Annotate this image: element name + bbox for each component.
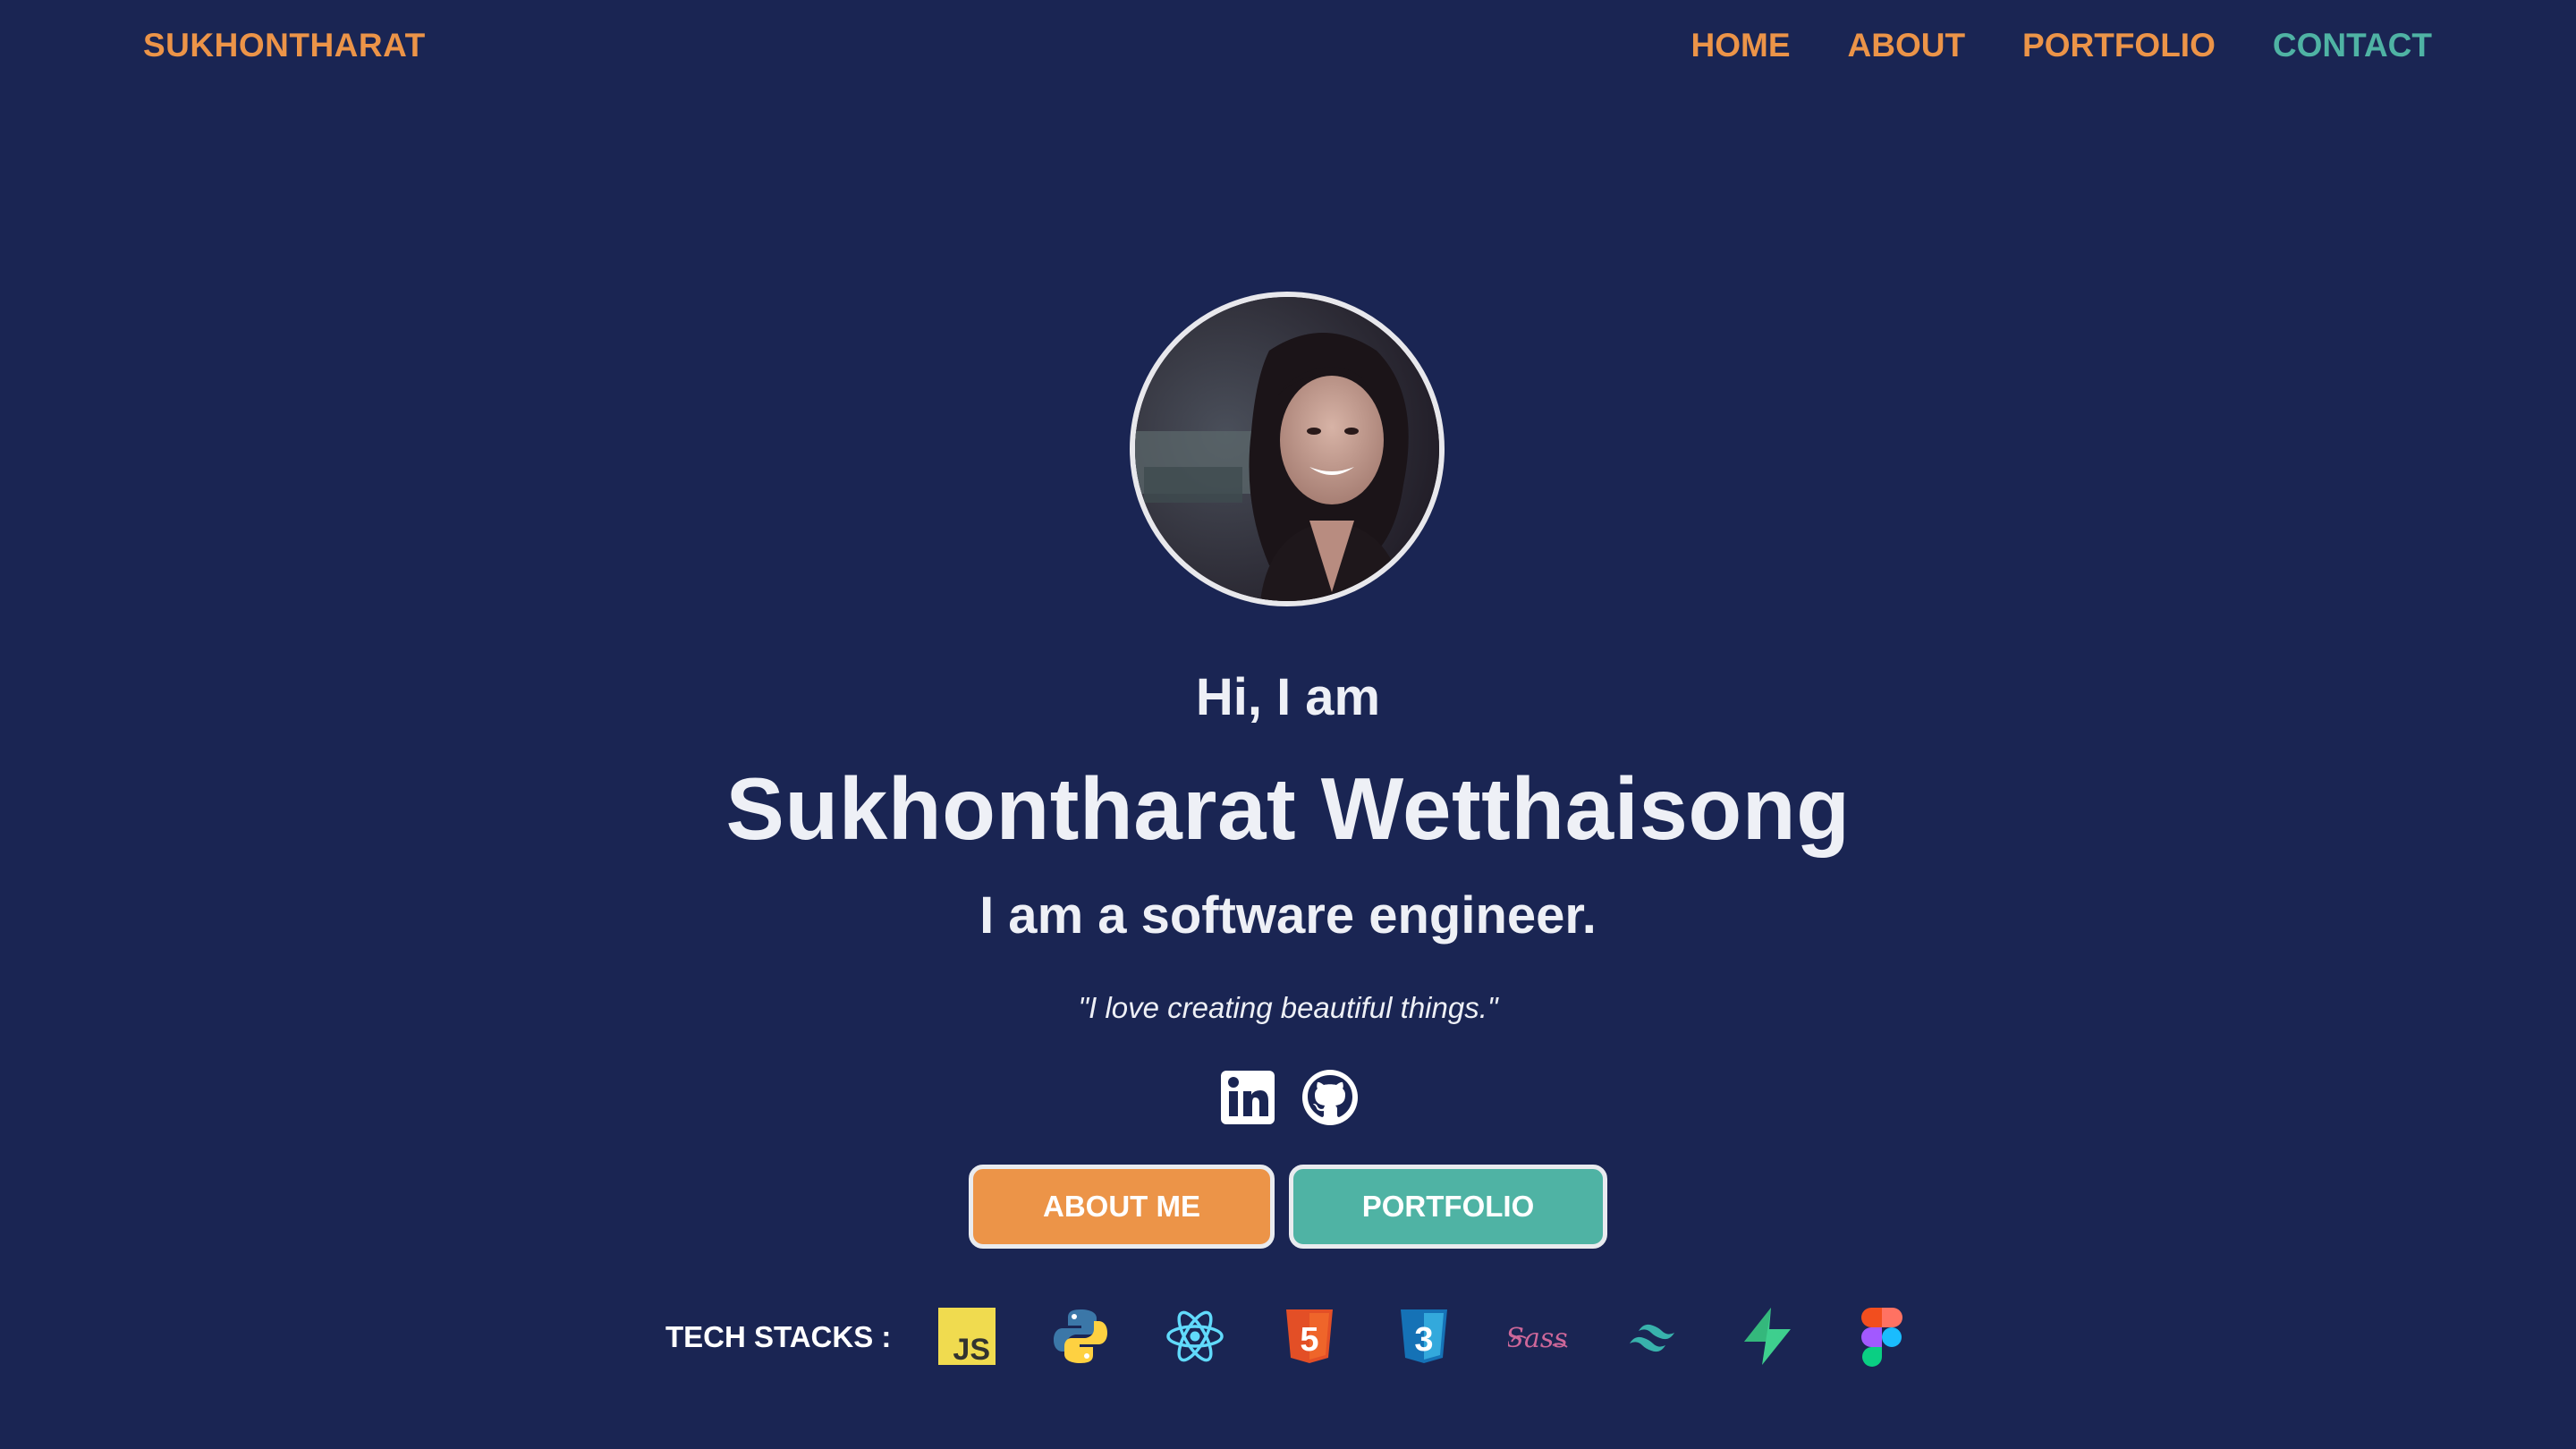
javascript-icon: JS (936, 1306, 997, 1367)
js-label: JS (953, 1333, 990, 1367)
nav-links: HOME ABOUT PORTFOLIO CONTACT (1691, 27, 2433, 64)
profile-avatar (1130, 292, 1445, 606)
nav-portfolio[interactable]: PORTFOLIO (2022, 27, 2216, 64)
nav-home[interactable]: HOME (1691, 27, 1791, 64)
css3-icon: 3 (1394, 1306, 1454, 1367)
react-icon (1165, 1306, 1225, 1367)
profile-photo (1135, 297, 1439, 601)
html5-icon: 5 (1279, 1306, 1340, 1367)
sass-label: Sass (1508, 1323, 1568, 1354)
linkedin-icon[interactable] (1218, 1068, 1277, 1131)
social-links (1218, 1068, 1360, 1131)
about-me-button[interactable]: ABOUT ME (969, 1165, 1275, 1249)
brand-logo[interactable]: SUKHONTHARAT (143, 27, 426, 64)
portfolio-button[interactable]: PORTFOLIO (1289, 1165, 1607, 1249)
nav-about[interactable]: ABOUT (1848, 27, 1966, 64)
tech-stacks-label: TECH STACKS : (665, 1320, 892, 1353)
hero-quote: "I love creating beautiful things." (1078, 991, 1498, 1024)
navbar: SUKHONTHARAT HOME ABOUT PORTFOLIO CONTAC… (0, 0, 2576, 98)
python-icon (1050, 1306, 1111, 1367)
github-icon[interactable] (1301, 1068, 1360, 1131)
nav-contact[interactable]: CONTACT (2273, 27, 2432, 64)
hero-role: I am a software engineer. (979, 886, 1597, 945)
tailwind-icon (1623, 1306, 1683, 1367)
greeting-text: Hi, I am (1195, 668, 1381, 726)
supabase-icon (1737, 1306, 1798, 1367)
hero-name: Sukhontharat Wetthaisong (725, 759, 1851, 858)
sass-icon: Sass (1508, 1306, 1569, 1367)
css3-label: 3 (1414, 1321, 1433, 1359)
html5-label: 5 (1300, 1321, 1318, 1359)
figma-icon (1852, 1306, 1912, 1367)
